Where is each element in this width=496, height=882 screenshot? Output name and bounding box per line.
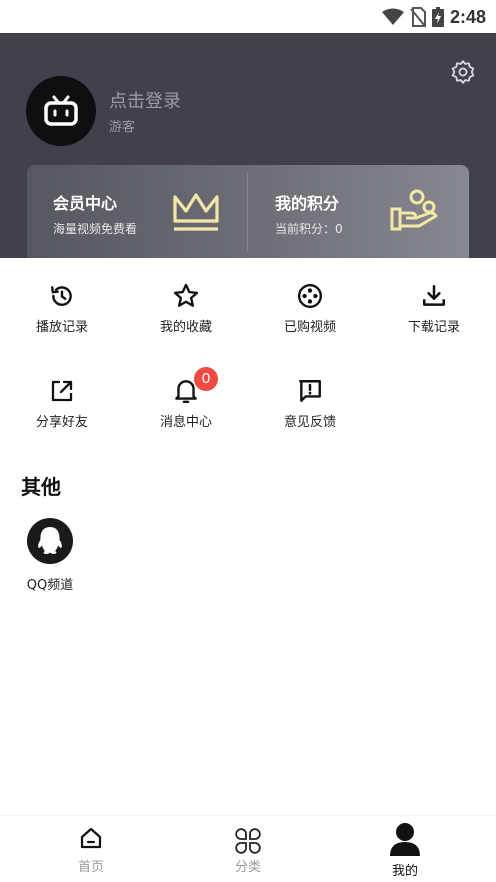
wifi-icon	[381, 8, 404, 25]
download-history-label: 下载记录	[407, 320, 460, 335]
nav-home-label: 首页	[77, 860, 104, 875]
nav-mine[interactable]: 我的	[365, 822, 445, 879]
star-icon	[173, 283, 199, 307]
other-section-title: 其他	[21, 475, 61, 499]
download-icon	[423, 285, 445, 306]
bilibili-tv-icon	[44, 95, 78, 126]
nav-category-label: 分类	[234, 860, 261, 875]
hand-coins-icon	[390, 189, 438, 231]
my-favorites-button[interactable]: 我的收藏	[124, 282, 248, 335]
qq-channel-label: QQ频道	[26, 578, 74, 593]
status-time: 2:48	[449, 6, 486, 27]
no-sim-icon	[410, 7, 426, 27]
share-friends-label: 分享好友	[35, 415, 88, 430]
status-icons: 2:48	[381, 6, 486, 28]
bottom-navigation: 首页 分类 我的	[0, 815, 496, 882]
user-type-label: 游客	[109, 120, 136, 135]
person-icon	[390, 823, 420, 856]
play-history-button[interactable]: 播放记录	[0, 282, 124, 335]
film-reel-icon	[297, 283, 323, 309]
share-friends-button[interactable]: 分享好友	[0, 377, 124, 430]
feedback-button[interactable]: 意见反馈	[248, 377, 372, 430]
feedback-label: 意见反馈	[283, 415, 336, 430]
member-center-title: 会员中心	[53, 194, 118, 213]
vip-card: 会员中心 海量视频免费看 我的积分 当前积分：0	[27, 165, 469, 258]
purchased-videos-button[interactable]: 已购视频	[248, 282, 372, 335]
member-center-subtitle: 海量视频免费看	[53, 222, 138, 236]
share-icon	[51, 380, 73, 402]
download-history-button[interactable]: 下载记录	[372, 282, 496, 335]
crown-icon	[173, 193, 219, 231]
purchased-videos-label: 已购视频	[283, 320, 336, 335]
nav-mine-label: 我的	[391, 864, 418, 879]
message-center-button[interactable]: 0 消息中心	[124, 367, 248, 430]
play-history-label: 播放记录	[35, 320, 88, 335]
settings-button[interactable]	[450, 59, 476, 85]
qq-channel-button[interactable]: QQ频道	[18, 518, 82, 593]
feedback-icon	[299, 380, 321, 402]
unread-badge: 0	[194, 367, 218, 391]
message-center-label: 消息中心	[159, 415, 212, 430]
history-icon	[51, 286, 72, 306]
nav-home[interactable]: 首页	[51, 826, 131, 875]
my-points-subtitle: 当前积分：0	[275, 222, 343, 236]
category-icon	[235, 828, 261, 854]
home-icon	[80, 827, 102, 849]
my-points-title: 我的积分	[275, 194, 340, 213]
member-center-button[interactable]: 会员中心 海量视频免费看	[27, 165, 247, 258]
status-bar: 2:48	[0, 0, 496, 33]
nav-category[interactable]: 分类	[208, 826, 288, 875]
profile-header: 点击登录 游客 会员中心 海量视频免费看 我的积分 当前积分：0	[0, 33, 496, 258]
battery-charging-icon	[431, 7, 444, 27]
my-favorites-label: 我的收藏	[159, 320, 212, 335]
gear-icon	[451, 60, 475, 84]
avatar[interactable]	[26, 76, 96, 146]
qq-icon	[27, 518, 73, 564]
login-link[interactable]: 点击登录	[109, 87, 181, 113]
